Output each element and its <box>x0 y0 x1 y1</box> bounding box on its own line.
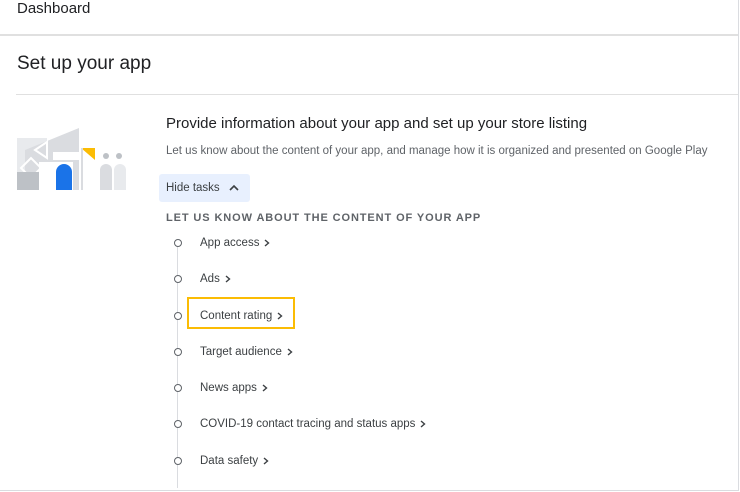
task-status-icon <box>174 348 182 356</box>
chevron-up-icon <box>229 184 239 191</box>
task-link-app-access[interactable]: App access <box>200 237 271 249</box>
hide-tasks-label: Hide tasks <box>166 182 220 194</box>
divider <box>16 94 738 95</box>
task-link-data-safety[interactable]: Data safety <box>200 455 270 467</box>
dashboard-title: Dashboard <box>17 0 91 17</box>
page-title: Set up your app <box>17 53 152 74</box>
task-label: COVID-19 contact tracing and status apps <box>200 418 416 430</box>
task-link-ads[interactable]: Ads <box>200 273 232 285</box>
task-ads: Ads <box>170 269 232 289</box>
chevron-right-icon <box>420 420 426 428</box>
section-description: Let us know about the content of your ap… <box>166 145 708 157</box>
top-bar: Dashboard <box>0 0 738 36</box>
task-label: Data safety <box>200 455 259 467</box>
task-link-news-apps[interactable]: News apps <box>200 382 269 394</box>
chevron-right-icon <box>287 348 293 356</box>
chevron-right-icon <box>262 384 268 392</box>
task-target-audience: Target audience <box>170 342 294 362</box>
task-status-icon <box>174 384 182 392</box>
task-covid-apps: COVID-19 contact tracing and status apps <box>170 414 427 434</box>
chevron-right-icon <box>264 239 271 247</box>
hide-tasks-button[interactable]: Hide tasks <box>159 174 250 202</box>
task-link-covid-apps[interactable]: COVID-19 contact tracing and status apps <box>200 418 427 430</box>
task-status-icon <box>174 275 182 283</box>
chevron-right-icon <box>263 457 269 465</box>
group-label: LET US KNOW ABOUT THE CONTENT OF YOUR AP… <box>166 212 482 224</box>
task-data-safety: Data safety <box>170 451 270 471</box>
task-link-target-audience[interactable]: Target audience <box>200 346 294 358</box>
content-rating-highlight <box>187 297 295 329</box>
store-illustration-icon <box>17 128 126 190</box>
task-news-apps: News apps <box>170 378 269 398</box>
task-status-icon <box>174 312 182 320</box>
task-app-access: App access <box>170 233 271 253</box>
task-status-icon <box>174 457 182 465</box>
task-label: Target audience <box>200 346 282 358</box>
task-label: App access <box>200 237 260 249</box>
task-label: Ads <box>200 273 220 285</box>
task-status-icon <box>174 239 182 247</box>
chevron-right-icon <box>225 275 231 283</box>
section-heading: Provide information about your app and s… <box>166 115 588 132</box>
task-label: News apps <box>200 382 257 394</box>
task-status-icon <box>174 420 182 428</box>
